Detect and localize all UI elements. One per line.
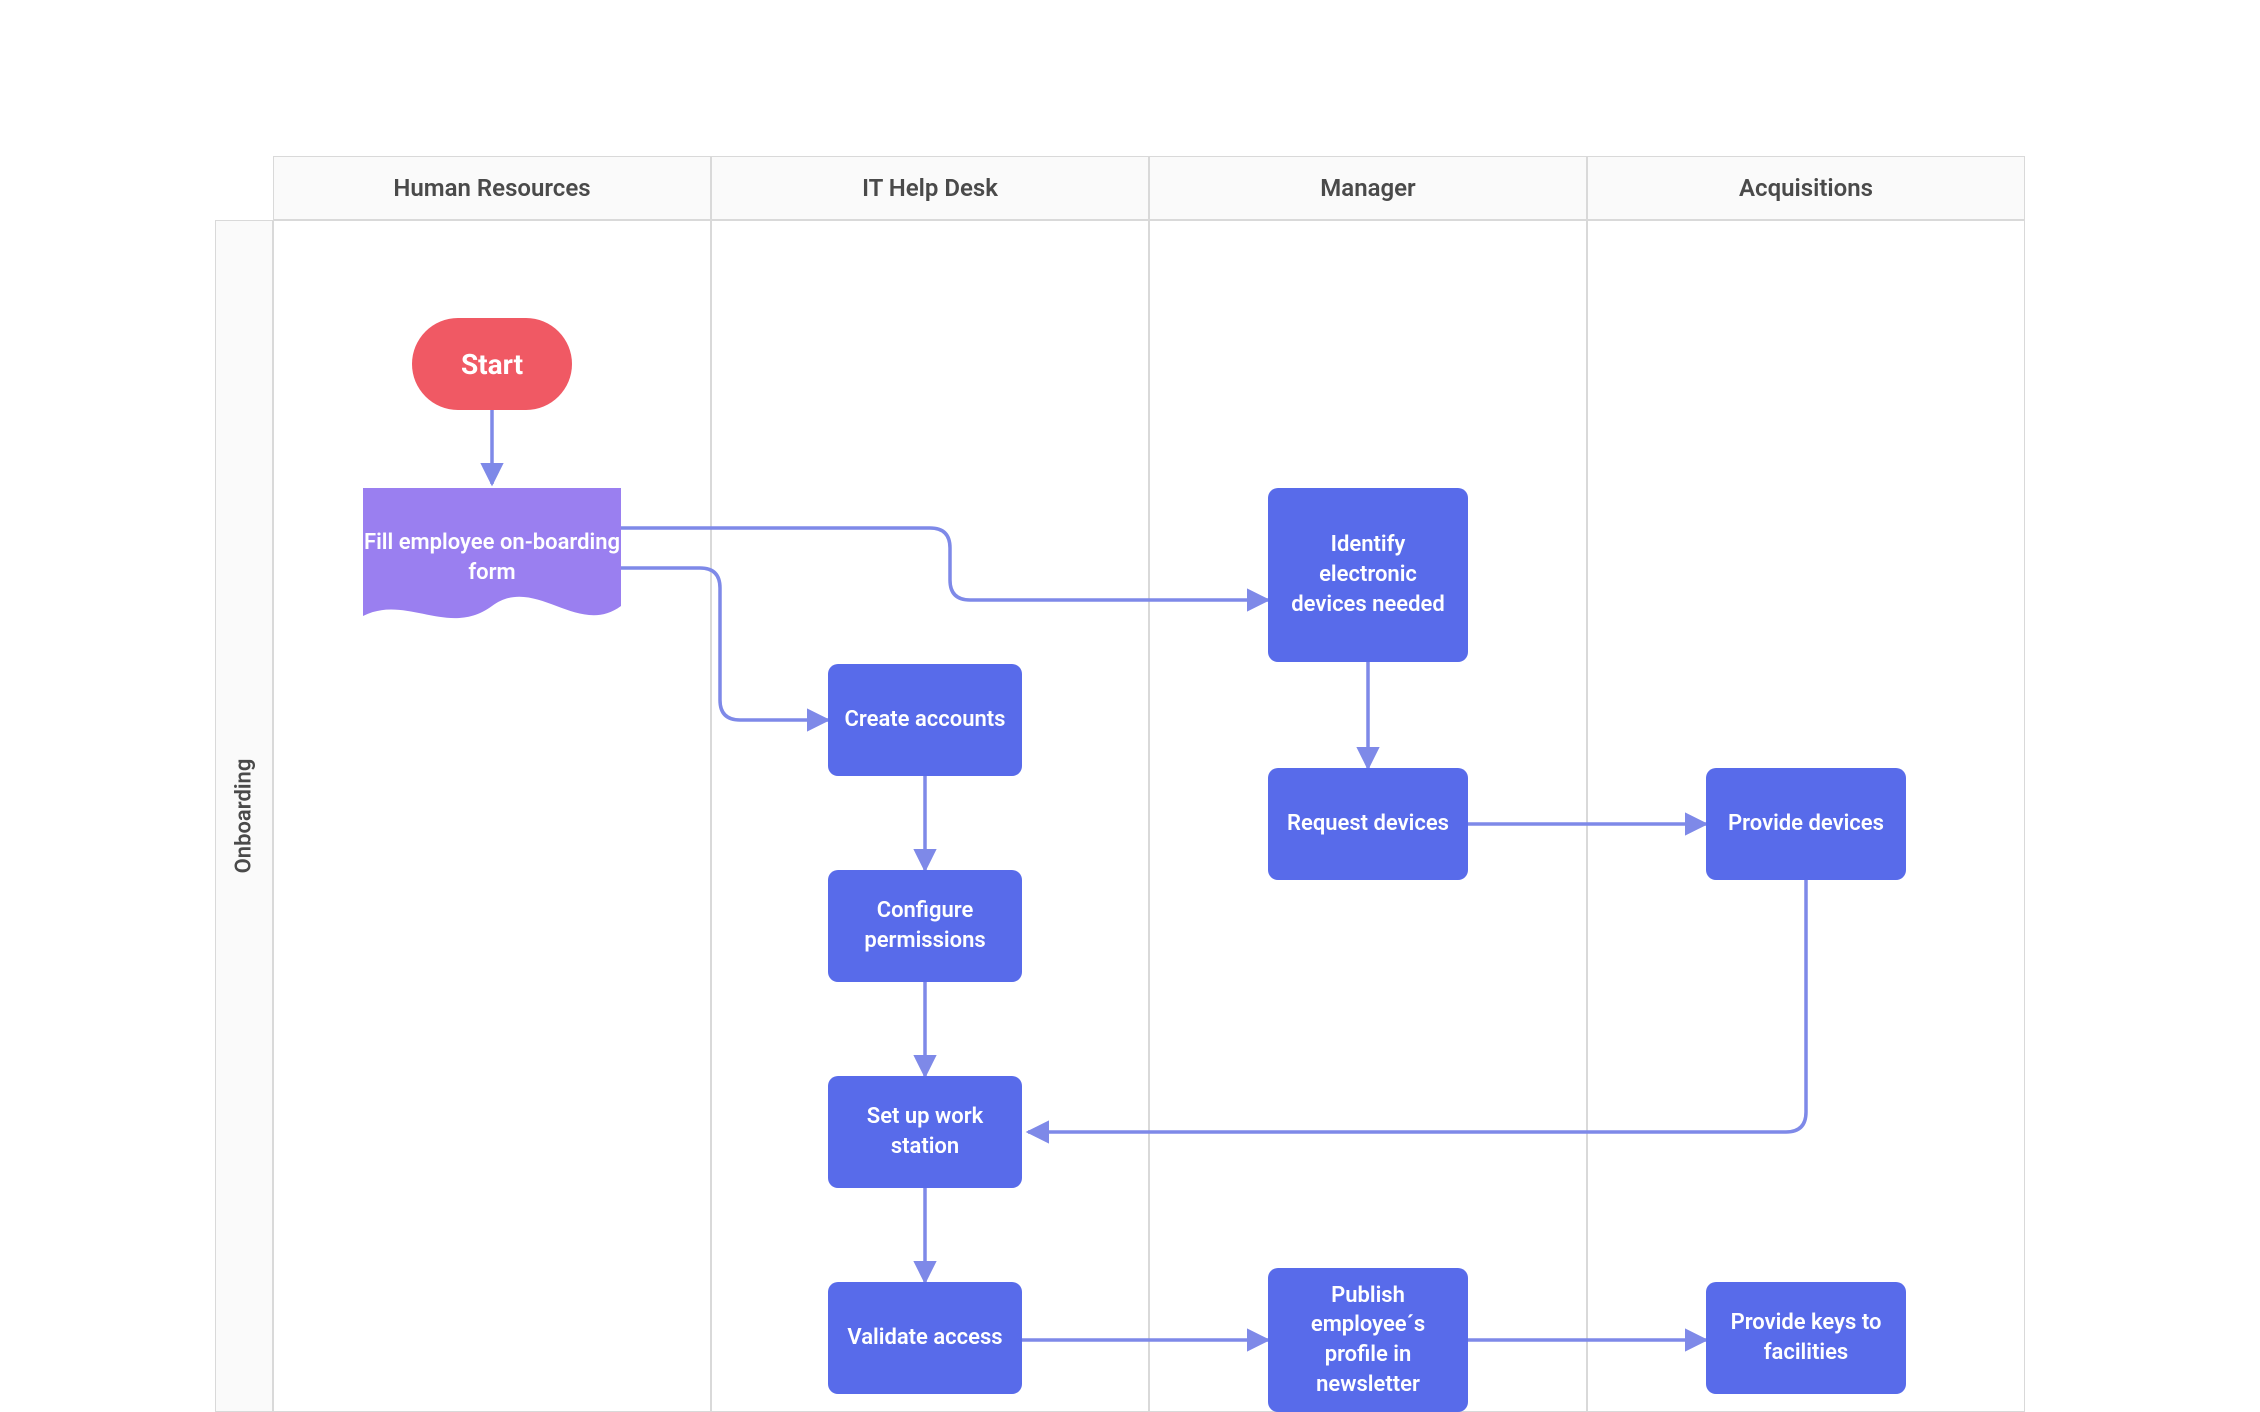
swimlane-col-label: Human Resources	[393, 174, 590, 202]
process-node-label: Request devices	[1287, 809, 1449, 839]
swimlane-col-header-hr: Human Resources	[273, 156, 711, 220]
swimlane-col-header-acquisitions: Acquisitions	[1587, 156, 2025, 220]
process-node-configure-permissions[interactable]: Configure permissions	[828, 870, 1022, 982]
document-node-fill-form[interactable]: Fill employee on-boarding form	[363, 488, 621, 638]
swimlane-row-header: Onboarding	[215, 220, 273, 1412]
swimlane-col-label: Acquisitions	[1739, 174, 1873, 202]
process-node-label: Provide devices	[1728, 809, 1884, 839]
process-node-request-devices[interactable]: Request devices	[1268, 768, 1468, 880]
swimlane-col-header-manager: Manager	[1149, 156, 1587, 220]
start-node[interactable]: Start	[412, 318, 572, 410]
process-node-provide-devices[interactable]: Provide devices	[1706, 768, 1906, 880]
document-node-label: Fill employee on-boarding form	[363, 488, 621, 587]
process-node-setup-workstation[interactable]: Set up work station	[828, 1076, 1022, 1188]
process-node-label: Set up work station	[842, 1102, 1008, 1161]
process-node-create-accounts[interactable]: Create accounts	[828, 664, 1022, 776]
process-node-provide-keys[interactable]: Provide keys to facilities	[1706, 1282, 1906, 1394]
swimlane-row-label: Onboarding	[232, 759, 257, 874]
diagram-canvas: Onboarding Human Resources IT Help Desk …	[0, 0, 2260, 1412]
process-node-label: Create accounts	[845, 705, 1006, 735]
process-node-label: Configure permissions	[842, 896, 1008, 955]
process-node-label: Validate access	[847, 1323, 1002, 1353]
start-node-label: Start	[461, 348, 523, 381]
process-node-label: Publish employee´s profile in newsletter	[1282, 1281, 1454, 1400]
process-node-publish-profile[interactable]: Publish employee´s profile in newsletter	[1268, 1268, 1468, 1412]
process-node-identify-devices[interactable]: Identify electronic devices needed	[1268, 488, 1468, 662]
swimlane-col-label: IT Help Desk	[862, 174, 998, 202]
process-node-validate-access[interactable]: Validate access	[828, 1282, 1022, 1394]
process-node-label: Provide keys to facilities	[1720, 1308, 1892, 1367]
swimlane-col-label: Manager	[1320, 174, 1415, 202]
swimlane-col-header-it: IT Help Desk	[711, 156, 1149, 220]
process-node-label: Identify electronic devices needed	[1282, 530, 1454, 619]
swimlane-lane-it	[711, 220, 1149, 1412]
